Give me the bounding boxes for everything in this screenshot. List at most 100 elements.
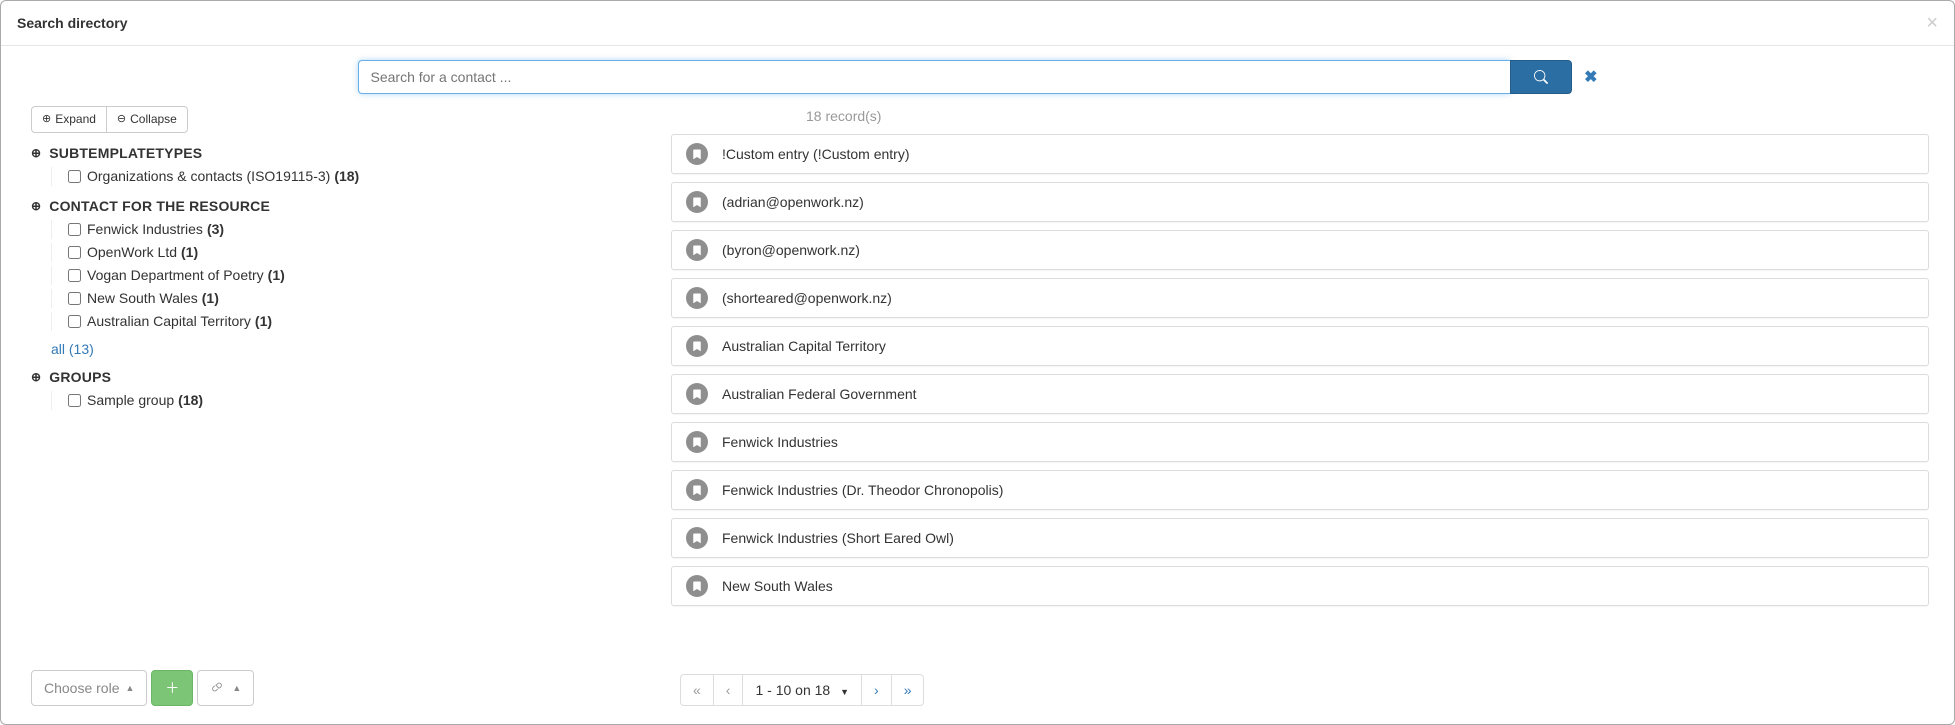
plus-icon: ＋ bbox=[165, 678, 179, 698]
bookmark-icon bbox=[686, 479, 708, 501]
modal-header: Search directory × bbox=[1, 1, 1954, 46]
bookmark-icon bbox=[686, 383, 708, 405]
search-row: ✖ bbox=[1, 46, 1954, 100]
facet-item-label: Organizations & contacts (ISO19115-3) bbox=[87, 167, 330, 185]
modal-title: Search directory bbox=[17, 15, 128, 31]
facet-item-label: Fenwick Industries bbox=[87, 220, 203, 238]
result-label: Fenwick Industries bbox=[722, 434, 838, 450]
bookmark-icon bbox=[686, 143, 708, 165]
facet-item-label: Sample group bbox=[87, 391, 174, 409]
plus-circle-icon: ⊕ bbox=[31, 199, 41, 213]
bookmark-icon bbox=[686, 335, 708, 357]
expand-button[interactable]: ⊕ Expand bbox=[31, 106, 107, 133]
facet-item-count: (1) bbox=[255, 312, 272, 330]
plus-circle-icon: ⊕ bbox=[31, 370, 41, 384]
result-item[interactable]: Fenwick Industries (Dr. Theodor Chronopo… bbox=[671, 470, 1929, 510]
plus-circle-icon: ⊕ bbox=[42, 112, 51, 127]
facet-item[interactable]: New South Wales(1) bbox=[51, 289, 641, 308]
result-item[interactable]: (adrian@openwork.nz) bbox=[671, 182, 1929, 222]
bookmark-icon bbox=[686, 239, 708, 261]
clear-search-icon[interactable]: ✖ bbox=[1584, 60, 1597, 94]
footer-actions: Choose role ▲ ＋ ▲ bbox=[31, 670, 254, 706]
expand-label: Expand bbox=[55, 111, 96, 128]
facet-checkbox[interactable] bbox=[68, 170, 81, 183]
link-icon bbox=[210, 680, 224, 697]
add-button[interactable]: ＋ bbox=[151, 670, 193, 706]
modal-body: ✖ ⊕ Expand ⊖ Collapse bbox=[1, 46, 1954, 724]
search-button[interactable] bbox=[1510, 60, 1572, 94]
bookmark-icon bbox=[686, 287, 708, 309]
result-item[interactable]: (byron@openwork.nz) bbox=[671, 230, 1929, 270]
facet-checkbox[interactable] bbox=[68, 315, 81, 328]
facet-item-count: (1) bbox=[268, 266, 285, 284]
result-label: New South Wales bbox=[722, 578, 833, 594]
bookmark-icon bbox=[686, 527, 708, 549]
pager-last[interactable]: » bbox=[891, 674, 925, 706]
link-dropdown[interactable]: ▲ bbox=[197, 670, 254, 706]
result-label: Australian Capital Territory bbox=[722, 338, 886, 354]
facet-item-count: (3) bbox=[207, 220, 224, 238]
facet-item-count: (1) bbox=[181, 243, 198, 261]
facet-subtemplatetypes: ⊕ SUBTEMPLATETYPES Organizations & conta… bbox=[31, 145, 641, 186]
facet-groups: ⊕ GROUPS Sample group(18) bbox=[31, 369, 641, 410]
facet-item-count: (18) bbox=[334, 167, 359, 185]
facet-show-all[interactable]: all (13) bbox=[51, 341, 641, 357]
result-item[interactable]: New South Wales bbox=[671, 566, 1929, 606]
result-item[interactable]: (shorteared@openwork.nz) bbox=[671, 278, 1929, 318]
pager: « ‹ 1 - 10 on 18 ▼ › » bbox=[681, 674, 924, 706]
pager-prev[interactable]: ‹ bbox=[713, 674, 744, 706]
close-icon[interactable]: × bbox=[1926, 13, 1938, 33]
result-label: Australian Federal Government bbox=[722, 386, 917, 402]
caret-up-icon: ▲ bbox=[126, 683, 135, 693]
search-directory-modal: Search directory × ✖ ⊕ Expand bbox=[0, 0, 1955, 725]
facet-item[interactable]: Sample group(18) bbox=[51, 391, 641, 410]
facet-checkbox[interactable] bbox=[68, 394, 81, 407]
choose-role-dropdown[interactable]: Choose role ▲ bbox=[31, 670, 147, 706]
pager-range-dropdown[interactable]: 1 - 10 on 18 ▼ bbox=[742, 674, 862, 706]
result-item[interactable]: Australian Capital Territory bbox=[671, 326, 1929, 366]
facet-item-label: Vogan Department of Poetry bbox=[87, 266, 264, 284]
collapse-button[interactable]: ⊖ Collapse bbox=[106, 106, 188, 133]
facet-item[interactable]: Organizations & contacts (ISO19115-3) (1… bbox=[51, 167, 641, 186]
facet-checkbox[interactable] bbox=[68, 223, 81, 236]
facet-item[interactable]: Vogan Department of Poetry(1) bbox=[51, 266, 641, 285]
facet-item[interactable]: OpenWork Ltd(1) bbox=[51, 243, 641, 262]
caret-down-icon: ▼ bbox=[840, 687, 849, 697]
facet-item-label: New South Wales bbox=[87, 289, 198, 307]
facet-item[interactable]: Australian Capital Territory(1) bbox=[51, 312, 641, 331]
bookmark-icon bbox=[686, 431, 708, 453]
facet-item[interactable]: Fenwick Industries(3) bbox=[51, 220, 641, 239]
search-input[interactable] bbox=[358, 60, 1511, 94]
facet-checkbox[interactable] bbox=[68, 292, 81, 305]
result-item[interactable]: Fenwick Industries (Short Eared Owl) bbox=[671, 518, 1929, 558]
pager-range-label: 1 - 10 on 18 bbox=[755, 682, 830, 698]
result-label: Fenwick Industries (Short Eared Owl) bbox=[722, 530, 954, 546]
facet-title: GROUPS bbox=[49, 369, 111, 385]
result-item[interactable]: Fenwick Industries bbox=[671, 422, 1929, 462]
bookmark-icon bbox=[686, 575, 708, 597]
facet-toggle[interactable]: ⊕ CONTACT FOR THE RESOURCE bbox=[31, 198, 641, 214]
result-label: !Custom entry (!Custom entry) bbox=[722, 146, 910, 162]
results-panel: 18 record(s) !Custom entry (!Custom entr… bbox=[661, 106, 1934, 606]
result-label: (shorteared@openwork.nz) bbox=[722, 290, 892, 306]
result-label: (byron@openwork.nz) bbox=[722, 242, 860, 258]
pager-next[interactable]: › bbox=[861, 674, 892, 706]
facet-toggle[interactable]: ⊕ SUBTEMPLATETYPES bbox=[31, 145, 641, 161]
facet-title: SUBTEMPLATETYPES bbox=[49, 145, 202, 161]
content-row: ⊕ Expand ⊖ Collapse ⊕ SUBTEMPLATETYPES bbox=[1, 100, 1954, 606]
facet-toggle[interactable]: ⊕ GROUPS bbox=[31, 369, 641, 385]
expand-collapse-group: ⊕ Expand ⊖ Collapse bbox=[31, 106, 188, 133]
bookmark-icon bbox=[686, 191, 708, 213]
facet-item-label: Australian Capital Territory bbox=[87, 312, 251, 330]
result-item[interactable]: Australian Federal Government bbox=[671, 374, 1929, 414]
search-icon bbox=[1534, 70, 1548, 84]
facet-item-count: (18) bbox=[178, 391, 203, 409]
facet-checkbox[interactable] bbox=[68, 246, 81, 259]
facet-title: CONTACT FOR THE RESOURCE bbox=[49, 198, 270, 214]
facet-checkbox[interactable] bbox=[68, 269, 81, 282]
facet-item-label: OpenWork Ltd bbox=[87, 243, 177, 261]
sidebar: ⊕ Expand ⊖ Collapse ⊕ SUBTEMPLATETYPES bbox=[21, 106, 661, 606]
result-item[interactable]: !Custom entry (!Custom entry) bbox=[671, 134, 1929, 174]
minus-circle-icon: ⊖ bbox=[117, 112, 126, 127]
pager-first[interactable]: « bbox=[680, 674, 714, 706]
